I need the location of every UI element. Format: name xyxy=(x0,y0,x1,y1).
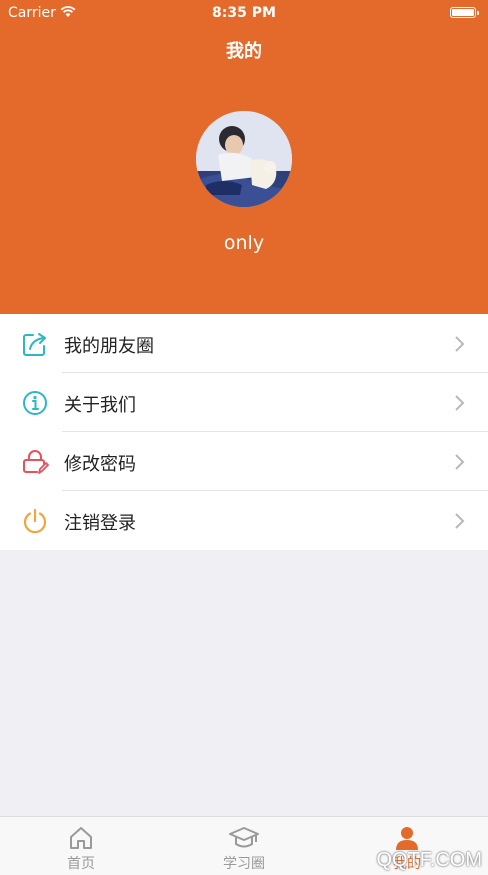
battery-icon xyxy=(450,7,479,18)
home-icon xyxy=(70,827,92,849)
info-icon xyxy=(23,391,47,415)
menu-item-label: 关于我们 xyxy=(64,395,136,416)
status-time: 8:35 PM xyxy=(212,5,276,21)
menu-item-label: 我的朋友圈 xyxy=(64,336,154,357)
menu-item-moments[interactable]: 我的朋友圈 xyxy=(0,314,488,373)
menu-item-about[interactable]: 关于我们 xyxy=(0,373,488,432)
menu-item-change-password[interactable]: 修改密码 xyxy=(0,432,488,491)
status-bar: Carrier 8:35 PM xyxy=(0,0,488,26)
avatar[interactable] xyxy=(196,111,292,207)
menu-item-label: 修改密码 xyxy=(64,454,136,475)
menu-item-label: 注销登录 xyxy=(64,513,136,534)
lock-edit-icon xyxy=(23,450,49,474)
tab-label: 学习圈 xyxy=(223,856,265,872)
person-icon xyxy=(396,827,418,850)
chevron-right-icon xyxy=(455,395,465,411)
page-title: 我的 xyxy=(226,41,262,62)
share-icon xyxy=(23,333,46,356)
chevron-right-icon xyxy=(455,513,465,529)
chevron-right-icon xyxy=(455,454,465,470)
chevron-right-icon xyxy=(455,336,465,352)
tab-study-circle[interactable]: 学习圈 xyxy=(163,817,325,875)
menu-item-logout[interactable]: 注销登录 xyxy=(0,491,488,550)
watermark: QQTF.COM xyxy=(376,849,482,871)
tab-label: 首页 xyxy=(67,856,95,872)
profile-menu: 我的朋友圈 关于我们 修改密码 注销登录 xyxy=(0,314,488,550)
graduation-cap-icon xyxy=(229,827,259,848)
tab-home[interactable]: 首页 xyxy=(0,817,162,875)
profile-header: Carrier 8:35 PM 我的 only xyxy=(0,0,488,314)
power-icon xyxy=(23,508,47,534)
avatar-photo xyxy=(196,111,292,207)
username: only xyxy=(223,232,265,254)
